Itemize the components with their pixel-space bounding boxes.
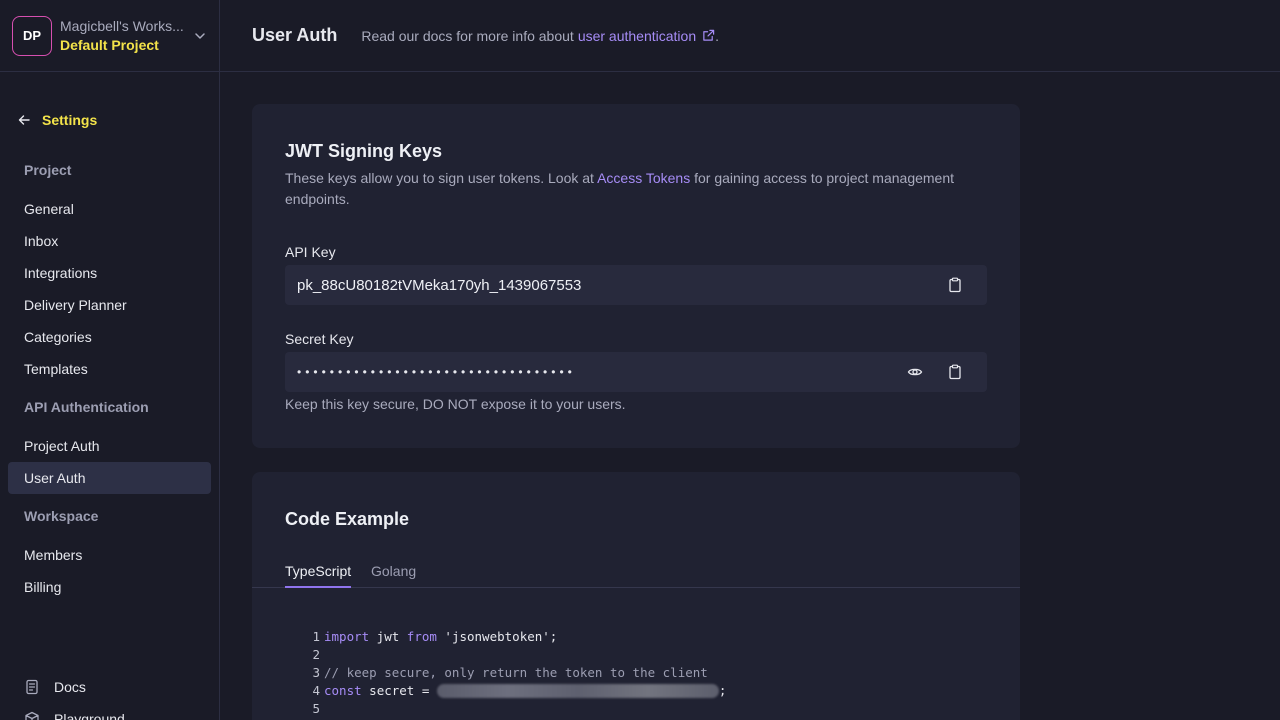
eye-icon (907, 368, 923, 376)
workspace-switcher[interactable]: DP Magicbell's Works... Default Project (0, 0, 219, 72)
workspace-name: Magicbell's Works... (60, 17, 184, 34)
clipboard-icon (949, 364, 961, 380)
jwt-card-description: These keys allow you to sign user tokens… (285, 168, 985, 210)
copy-secret-key-button[interactable] (943, 360, 967, 384)
workspace-text: Magicbell's Works... Default Project (60, 17, 187, 55)
tab-golang[interactable]: Golang (371, 563, 416, 588)
sidebar-item-delivery-planner[interactable]: Delivery Planner (8, 289, 211, 321)
back-to-settings[interactable]: Settings (16, 110, 97, 130)
docs-label: Docs (54, 679, 86, 695)
external-link-icon[interactable] (702, 29, 715, 42)
document-icon (26, 679, 38, 695)
line-number: 1 (312, 629, 320, 644)
avatar: DP (12, 15, 52, 56)
redacted-secret (436, 684, 719, 698)
code-keyword: import (324, 629, 370, 644)
line-number: 2 (312, 647, 320, 662)
user-authentication-link[interactable]: user authentication (578, 28, 696, 44)
code-language-tabs: TypeScript Golang (252, 557, 1020, 588)
code-line: 3 // keep secure, only return the token t… (308, 664, 726, 682)
docs-link[interactable]: Docs (24, 677, 86, 697)
page-title: User Auth (252, 25, 338, 45)
nav-group-api-auth: API Authentication Project Auth User Aut… (0, 397, 219, 494)
line-number: 5 (312, 701, 320, 716)
arrow-left-icon (18, 115, 30, 125)
api-key-label: API Key (285, 244, 336, 260)
reveal-secret-button[interactable] (903, 360, 927, 384)
sidebar-item-user-auth[interactable]: User Auth (8, 462, 211, 494)
sidebar: DP Magicbell's Works... Default Project … (0, 0, 220, 720)
header-description: Read our docs for more info about user a… (361, 28, 719, 44)
code-keyword: const (324, 683, 362, 698)
nav-group-workspace: Workspace Members Billing (0, 506, 219, 603)
access-tokens-link[interactable]: Access Tokens (597, 170, 690, 186)
sidebar-item-templates[interactable]: Templates (8, 353, 211, 385)
sidebar-item-billing[interactable]: Billing (8, 571, 211, 603)
sidebar-item-integrations[interactable]: Integrations (8, 257, 211, 289)
code-line: 4 const secret = ; (308, 682, 726, 700)
tab-typescript[interactable]: TypeScript (285, 563, 352, 588)
code-comment: // keep secure, only return the token to… (324, 665, 708, 680)
nav-heading-api-auth: API Authentication (24, 399, 149, 415)
sidebar-item-general[interactable]: General (8, 193, 211, 225)
sidebar-item-inbox[interactable]: Inbox (8, 225, 211, 257)
secret-key-hint: Keep this key secure, DO NOT expose it t… (285, 396, 626, 412)
code-line: 1 import jwt from 'jsonwebtoken'; (308, 628, 726, 646)
settings-label: Settings (42, 112, 98, 128)
jwt-desc-prefix: These keys allow you to sign user tokens… (285, 170, 594, 186)
sidebar-item-categories[interactable]: Categories (8, 321, 211, 353)
line-number: 4 (312, 683, 320, 698)
code-example-card: Code Example TypeScript Golang 1 import j… (252, 472, 1020, 720)
code-line: 5 (308, 700, 726, 718)
cube-icon (25, 711, 39, 720)
code-string: 'jsonwebtoken'; (436, 629, 558, 644)
jwt-card-title: JWT Signing Keys (285, 141, 443, 161)
playground-label: Playground (54, 711, 125, 720)
code-block: 1 import jwt from 'jsonwebtoken'; 2 3 // k… (308, 628, 726, 718)
clipboard-icon (949, 277, 961, 293)
api-key-field[interactable]: pk_88cU80182tVMeka170yh_1439067553 (285, 265, 987, 305)
chevron-down-icon (195, 32, 205, 39)
page-header: User Auth Read our docs for more info ab… (220, 0, 1280, 72)
line-number: 3 (312, 665, 320, 680)
secret-key-label: Secret Key (285, 331, 354, 347)
code-text: ; (718, 683, 727, 698)
secret-key-field[interactable]: •••••••••••••••••••••••••••••••••• (285, 352, 987, 392)
secret-key-masked-value[interactable]: •••••••••••••••••••••••••••••••••• (297, 365, 903, 379)
header-desc-suffix: . (715, 27, 720, 44)
jwt-signing-keys-card: JWT Signing Keys These keys allow you to… (252, 104, 1020, 448)
playground-link[interactable]: Playground (24, 709, 125, 720)
api-key-value[interactable]: pk_88cU80182tVMeka170yh_1439067553 (297, 277, 943, 294)
nav-heading-workspace: Workspace (24, 508, 99, 524)
copy-api-key-button[interactable] (943, 273, 967, 297)
app-root: DP Magicbell's Works... Default Project … (0, 0, 1280, 720)
nav-group-project: Project General Inbox Integrations Deliv… (0, 160, 219, 385)
code-line: 2 (308, 646, 726, 664)
code-card-title: Code Example (285, 509, 410, 529)
sidebar-item-members[interactable]: Members (8, 539, 211, 571)
sidebar-item-project-auth[interactable]: Project Auth (8, 430, 211, 462)
header-desc-text: Read our docs for more info about (361, 27, 574, 44)
code-keyword: from (406, 629, 437, 644)
code-text: secret = (361, 683, 437, 698)
code-text: jwt (369, 629, 407, 644)
project-name: Default Project (60, 36, 159, 53)
nav-heading-project: Project (24, 162, 72, 178)
